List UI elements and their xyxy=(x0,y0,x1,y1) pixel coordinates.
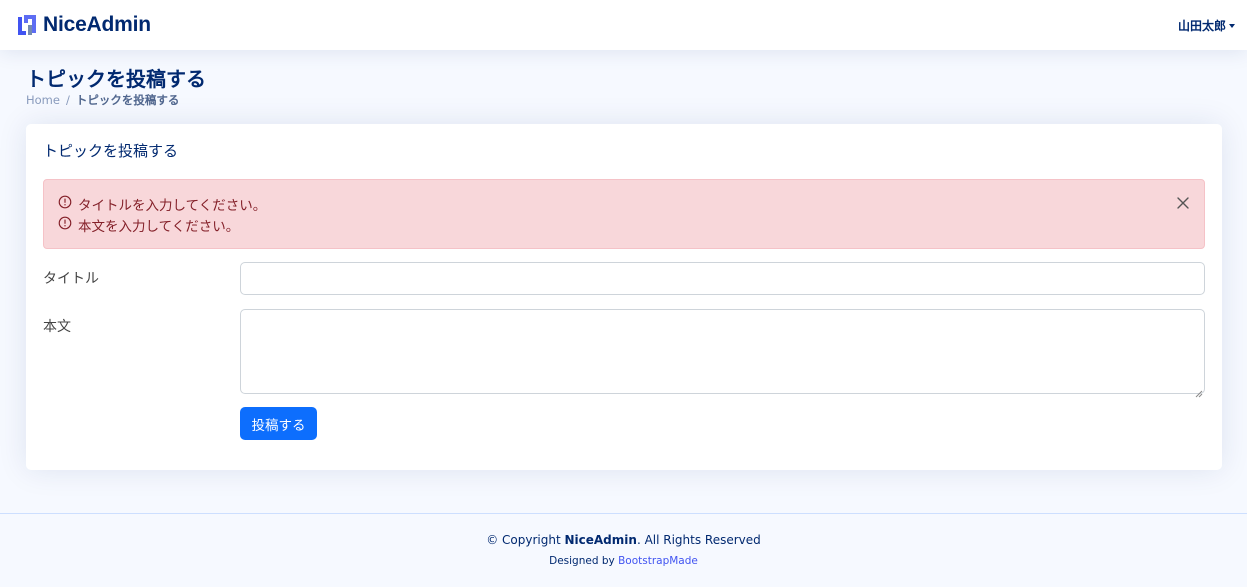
copyright-brand: NiceAdmin xyxy=(564,533,637,547)
title-label: タイトル xyxy=(43,271,99,287)
copyright: © Copyright NiceAdmin. All Rights Reserv… xyxy=(0,533,1247,547)
breadcrumb-current: トピックを投稿する xyxy=(75,93,180,107)
credits: Designed by BootstrapMade xyxy=(0,555,1247,567)
logo-icon xyxy=(16,14,38,36)
close-icon[interactable] xyxy=(1176,196,1190,210)
logo[interactable]: NiceAdmin xyxy=(16,13,151,37)
designer-link[interactable]: BootstrapMade xyxy=(618,555,698,567)
card-title: トピックを投稿する xyxy=(43,142,179,160)
copyright-rights: . All Rights Reserved xyxy=(636,533,761,547)
top-header: NiceAdmin 山田太郎 xyxy=(0,0,1247,50)
error-message-row: 本文を入力してください。 xyxy=(58,214,1190,235)
profile-name: 山田太郎 xyxy=(1177,18,1226,33)
logo-text: NiceAdmin xyxy=(43,13,151,36)
breadcrumb-separator: / xyxy=(65,93,70,107)
post-topic-card: トピックを投稿する タイトルを入力してください。 本文を入力してください。 タイ… xyxy=(26,124,1222,470)
title-input[interactable] xyxy=(240,262,1205,295)
copyright-prefix: © Copyright xyxy=(486,533,561,547)
chevron-down-icon xyxy=(1229,23,1235,28)
footer: © Copyright NiceAdmin. All Rights Reserv… xyxy=(0,513,1247,587)
credits-prefix: Designed by xyxy=(549,555,615,567)
breadcrumb-home-link[interactable]: Home xyxy=(26,93,60,107)
submit-button[interactable]: 投稿する xyxy=(240,407,317,440)
body-label: 本文 xyxy=(43,319,71,335)
error-alert: タイトルを入力してください。 本文を入力してください。 xyxy=(43,179,1205,249)
exclamation-circle-icon xyxy=(58,216,72,234)
page-title-section: トピックを投稿する Home / トピックを投稿する xyxy=(26,66,206,108)
exclamation-circle-icon xyxy=(58,195,72,213)
body-textarea[interactable] xyxy=(240,309,1205,398)
breadcrumb: Home / トピックを投稿する xyxy=(26,92,206,108)
profile-dropdown[interactable]: 山田太郎 xyxy=(1178,17,1235,34)
page-title: トピックを投稿する xyxy=(26,67,206,91)
error-message: 本文を入力してください。 xyxy=(78,218,240,235)
error-message: タイトルを入力してください。 xyxy=(78,197,267,214)
error-message-row: タイトルを入力してください。 xyxy=(58,193,1190,214)
resize-handle-icon[interactable] xyxy=(1194,383,1203,398)
